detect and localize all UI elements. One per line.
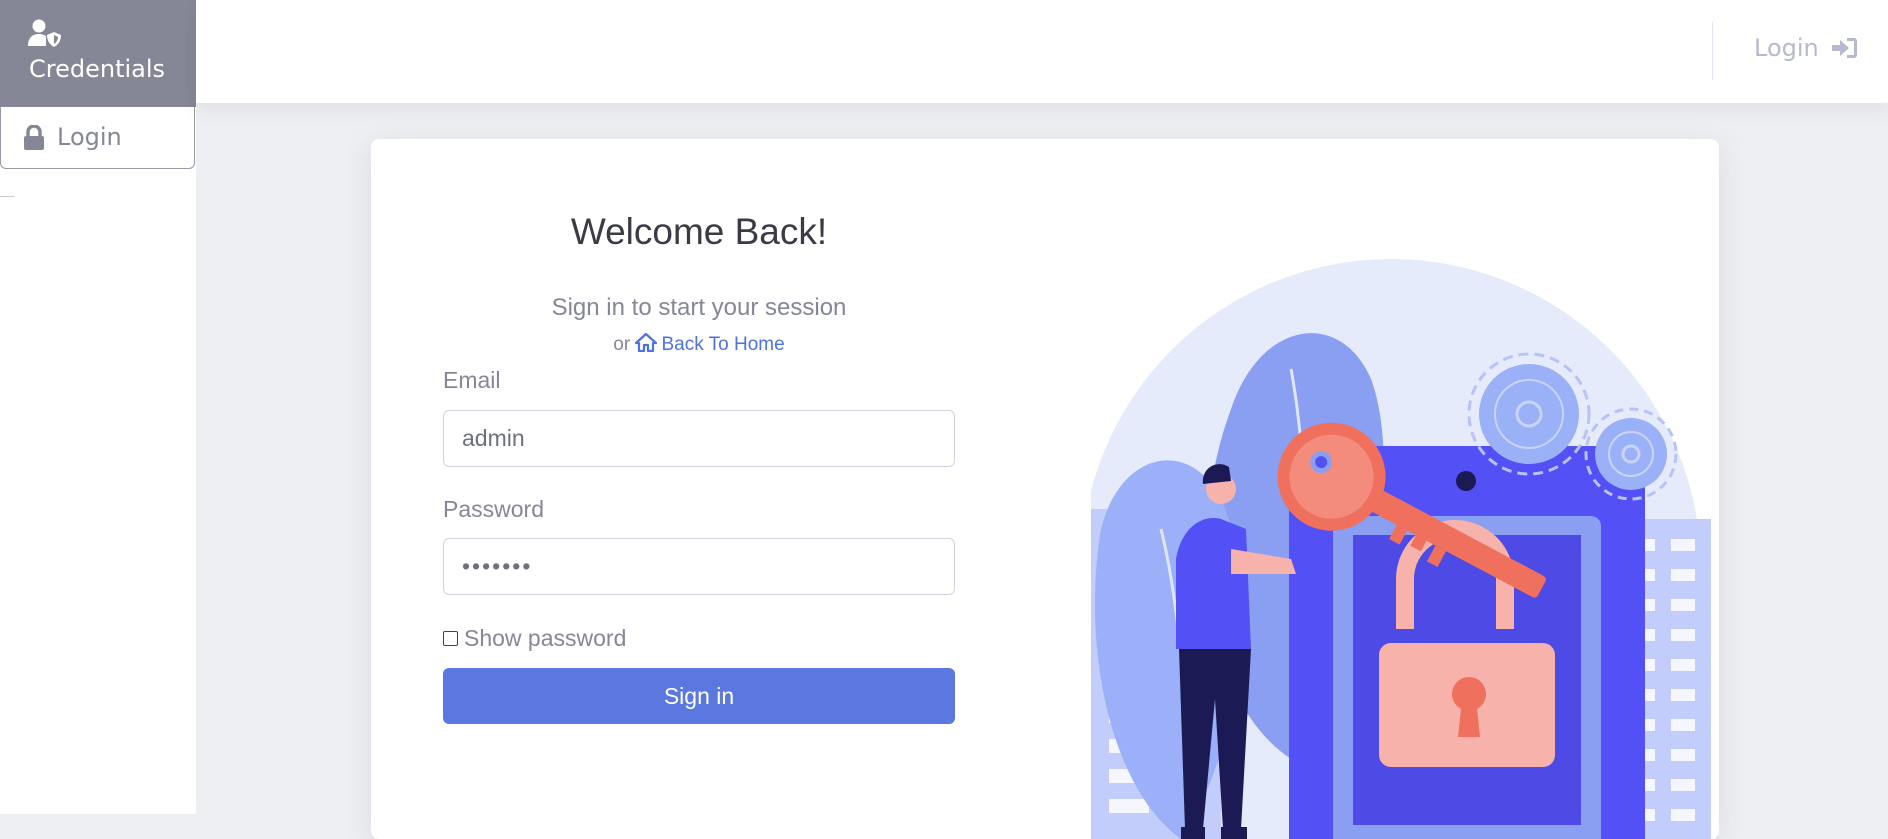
back-home-link[interactable]: Back To Home bbox=[635, 333, 785, 355]
topbar-login-label: Login bbox=[1754, 34, 1819, 62]
user-shield-icon bbox=[28, 19, 61, 47]
sidebar-brand[interactable]: Credentials bbox=[0, 0, 196, 107]
show-password-checkbox[interactable] bbox=[443, 631, 458, 646]
sidebar-brand-label: Credentials bbox=[29, 55, 166, 83]
page-subtitle: Sign in to start your session bbox=[551, 294, 847, 321]
security-illustration bbox=[1091, 259, 1711, 839]
back-home-line: or Back To Home bbox=[371, 333, 1027, 356]
sidebar-divider bbox=[0, 196, 14, 197]
sidebar-item-label: Login bbox=[57, 123, 122, 151]
topbar: Login bbox=[196, 0, 1888, 103]
sign-in-button[interactable]: Sign in bbox=[443, 668, 955, 724]
show-password-toggle[interactable]: Show password bbox=[443, 625, 626, 655]
password-field[interactable] bbox=[443, 538, 955, 595]
email-label: Email bbox=[443, 367, 501, 393]
home-icon bbox=[635, 333, 658, 352]
page-title: Welcome Back! bbox=[570, 211, 828, 252]
topbar-login-link[interactable]: Login bbox=[1754, 34, 1858, 68]
sidebar-item-login[interactable]: Login bbox=[0, 107, 195, 169]
topbar-divider bbox=[1712, 22, 1713, 80]
show-password-label: Show password bbox=[464, 625, 627, 651]
login-card: Welcome Back! Sign in to start your sess… bbox=[371, 139, 1719, 839]
sign-in-icon bbox=[1831, 38, 1857, 58]
or-text: or bbox=[613, 334, 631, 355]
back-home-label: Back To Home bbox=[661, 334, 785, 355]
sidebar: Credentials Login bbox=[0, 0, 196, 814]
lock-icon bbox=[24, 125, 44, 150]
email-field[interactable] bbox=[443, 410, 955, 467]
password-label: Password bbox=[443, 496, 544, 522]
